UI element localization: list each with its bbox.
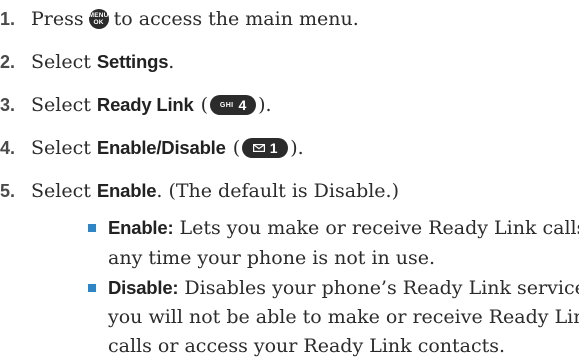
paren-close: ). [290,137,304,159]
key-digit: 4 [238,97,247,113]
step-number: 3. [0,94,16,115]
bullet-line: you will not be able to make or receive … [108,306,579,328]
bullet-label: Disable: [108,277,179,298]
ghi-4-key-icon: GHI 4 [210,95,257,115]
bullet-label: Enable: [108,217,174,238]
step-number: 4. [0,137,16,158]
paren-open: ( [232,137,241,159]
menu-option: Enable [96,180,157,201]
step-verb: Press [31,8,84,30]
paren-open: ( [200,94,209,116]
key-letters: GHI [219,101,234,109]
menu-option: Settings [96,51,169,72]
envelope-1-key-icon: 1 [242,138,289,158]
ok-key-label: OK [93,19,104,26]
paren-close: ). [258,94,272,116]
bullet-line: calls or access your Ready Link contacts… [108,335,506,357]
step-rest: . (The default is Disable.) [156,180,400,202]
step-text: Select Settings. [31,51,174,73]
step-text: Select Ready Link ( GHI 4 ). [31,94,273,116]
menu-ok-key-icon: MENU OK [88,9,109,29]
menu-key-label: MENU [88,12,109,19]
step-number: 5. [0,180,16,201]
step-verb: Select [31,137,91,159]
bullet-line: Disables your phone’s Ready Link service… [184,277,579,299]
step-text: Press MENU OK to access the main menu. [31,8,359,30]
envelope-icon [252,144,265,152]
step-number: 1. [0,8,16,29]
bullet-text: Disable: Disables your phone’s Ready Lin… [108,273,579,303]
bullet-text: Enable: Lets you make or receive Ready L… [108,213,579,243]
bullet-line: any time your phone is not in use. [108,247,436,269]
key-digit: 1 [269,140,278,156]
bullet-marker [88,284,96,292]
step-rest: . [168,51,175,73]
step-rest: to access the main menu. [113,8,359,30]
menu-option: Enable/Disable [96,137,226,158]
bullet-line: Lets you make or receive Ready Link call… [179,217,579,239]
step-number: 2. [0,51,16,72]
step-verb: Select [31,94,91,116]
bullet-marker [88,224,96,232]
step-text: Select Enable. (The default is Disable.) [31,180,399,202]
step-verb: Select [31,180,91,202]
step-text: Select Enable/Disable ( 1 ). [31,137,305,159]
menu-option: Ready Link [96,94,194,115]
step-verb: Select [31,51,91,73]
